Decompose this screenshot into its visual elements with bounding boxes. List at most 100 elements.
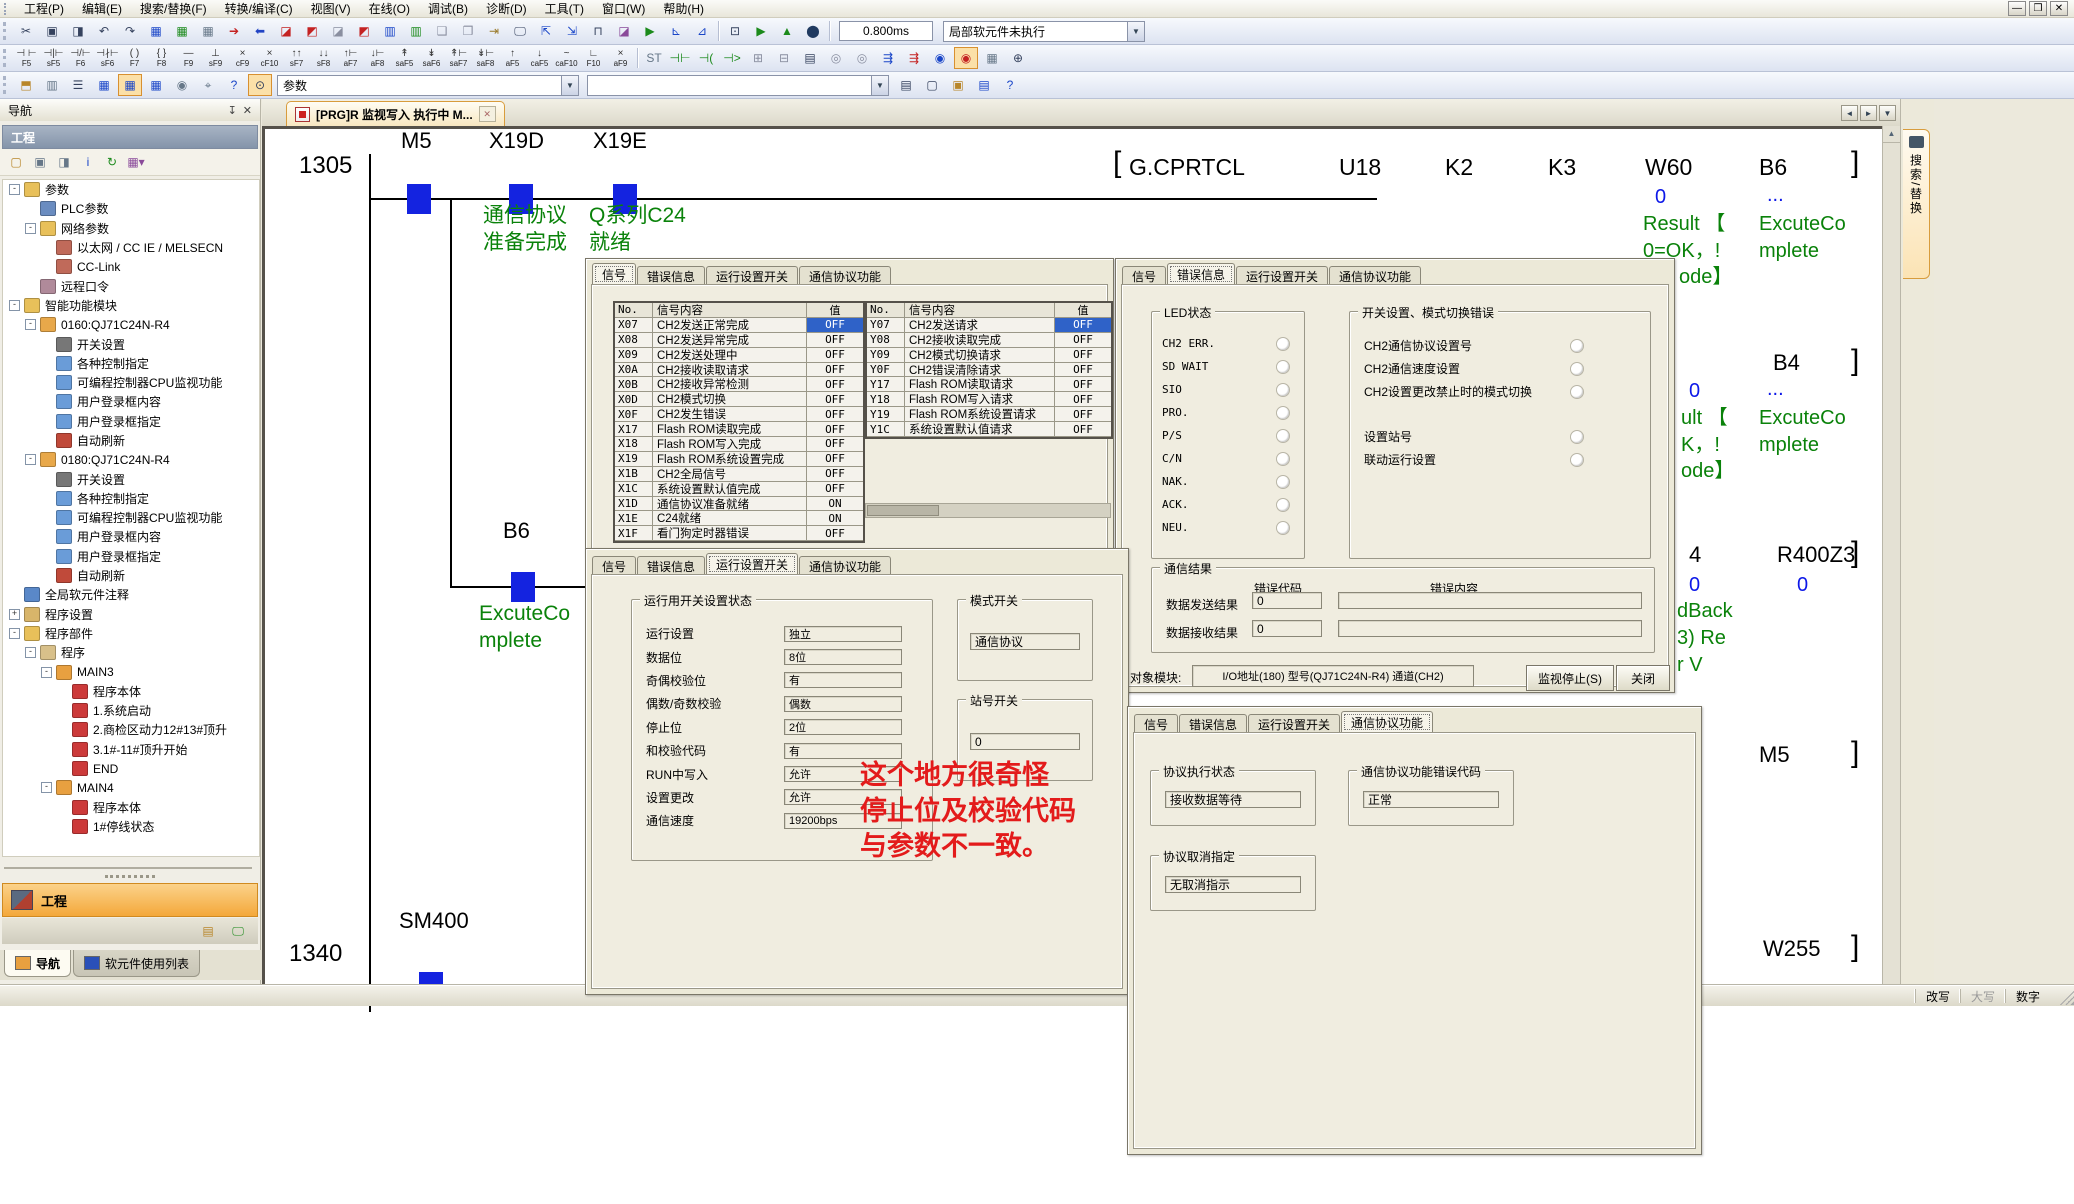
- toolbar-icon[interactable]: ⊕: [1006, 47, 1030, 69]
- tree-item[interactable]: - 程序部件: [3, 624, 259, 643]
- tree-item[interactable]: 开关设置: [3, 334, 259, 353]
- tree-item[interactable]: 各种控制指定: [3, 489, 259, 508]
- toolbar-icon[interactable]: ◉: [954, 47, 978, 69]
- tree-item[interactable]: 远程口令: [3, 276, 259, 295]
- toolbar-icon[interactable]: ◎: [824, 47, 848, 69]
- toolbar-icon[interactable]: ▤: [894, 74, 918, 96]
- tree-item[interactable]: 全局软元件注释: [3, 585, 259, 604]
- toolbar-icon[interactable]: ▥: [378, 20, 402, 42]
- monitor-toolbar-icon[interactable]: ⬤: [801, 20, 825, 42]
- menu-item[interactable]: 帮助(H): [654, 0, 713, 18]
- tree-expander[interactable]: -: [9, 628, 20, 639]
- tree-item[interactable]: 可编程控制器CPU监视功能: [3, 508, 259, 527]
- ladder-symbol-button[interactable]: ⊣ ⊢ F5: [13, 47, 40, 70]
- tree-item[interactable]: 1#停线状态: [3, 817, 259, 836]
- tree-item[interactable]: - 0160:QJ71C24N-R4: [3, 315, 259, 334]
- tree-item[interactable]: - 0180:QJ71C24N-R4: [3, 450, 259, 469]
- ladder-symbol-button[interactable]: × cF10: [256, 47, 283, 70]
- toolbar-icon[interactable]: ⊓: [586, 20, 610, 42]
- find-replace-autohide-tab[interactable]: 搜索/替换: [1903, 129, 1930, 279]
- toolbar-icon[interactable]: ▥: [404, 20, 428, 42]
- project-tool-icon[interactable]: i: [77, 151, 99, 173]
- toolbar-icon[interactable]: ▤: [972, 74, 996, 96]
- tree-expander[interactable]: -: [9, 300, 20, 311]
- ladder-symbol-button[interactable]: ⊣/⊢ F6: [67, 47, 94, 70]
- splitter-handle[interactable]: [105, 875, 155, 882]
- scroll-up-icon[interactable]: ▲: [1883, 126, 1900, 143]
- dialog-tab[interactable]: 通信协议功能: [799, 556, 891, 575]
- tree-expander[interactable]: -: [25, 647, 36, 658]
- toolbar-icon[interactable]: ⊾: [664, 20, 688, 42]
- project-view-button[interactable]: 工程: [2, 883, 258, 917]
- toolbar-icon[interactable]: ◪: [274, 20, 298, 42]
- toolbar-icon[interactable]: ⊣⊢: [668, 47, 692, 69]
- table-row[interactable]: X0B CH2接收异常检测 OFF: [615, 377, 863, 392]
- tree-item[interactable]: 用户登录框指定: [3, 547, 259, 566]
- table-row[interactable]: X17 Flash ROM读取完成 OFF: [615, 422, 863, 437]
- tree-item[interactable]: 各种控制指定: [3, 354, 259, 373]
- table-row[interactable]: Y07 CH2发送请求 OFF: [867, 318, 1111, 333]
- tree-item[interactable]: 开关设置: [3, 469, 259, 488]
- tree-expander[interactable]: +: [9, 609, 20, 620]
- close-icon[interactable]: ✕: [243, 104, 252, 117]
- toolbar-icon[interactable]: ⇶: [902, 47, 926, 69]
- tree-item[interactable]: CC-Link: [3, 257, 259, 276]
- toolbar-icon[interactable]: ⌖: [196, 74, 220, 96]
- dialog-tab[interactable]: 信号: [1134, 714, 1178, 733]
- monitor-stop-button[interactable]: 监视停止(S): [1526, 665, 1614, 691]
- toolbar-icon[interactable]: ⊟: [772, 47, 796, 69]
- toolbar-icon[interactable]: ↷: [118, 20, 142, 42]
- toolbar-icon[interactable]: ⊣>: [720, 47, 744, 69]
- dialog-tab[interactable]: 运行设置开关: [706, 266, 798, 285]
- ladder-contact-on[interactable]: [511, 572, 535, 602]
- ladder-symbol-button[interactable]: ↡⊢ saF8: [472, 47, 499, 70]
- table-row[interactable]: Y17 Flash ROM读取请求 OFF: [867, 377, 1111, 392]
- dialog-tab[interactable]: 错误信息: [1179, 714, 1247, 733]
- ladder-symbol-button[interactable]: ↟⊢ saF7: [445, 47, 472, 70]
- ladder-symbol-button[interactable]: ↓ caF5: [526, 47, 553, 70]
- table-row[interactable]: X0F CH2发生错误 OFF: [615, 407, 863, 422]
- tree-item[interactable]: PLC参数: [3, 199, 259, 218]
- table-row[interactable]: X08 CH2发送异常完成 OFF: [615, 333, 863, 348]
- toolbar-icon[interactable]: ⊣(: [694, 47, 718, 69]
- tree-item[interactable]: - 参数: [3, 180, 259, 199]
- toolbar-icon[interactable]: ?: [998, 74, 1022, 96]
- toolbar-icon[interactable]: ▦: [144, 74, 168, 96]
- toolbar-icon[interactable]: ⬅: [248, 20, 272, 42]
- menu-item[interactable]: 工具(T): [536, 0, 593, 18]
- window-control-button[interactable]: ❒: [2029, 1, 2047, 16]
- tree-expander[interactable]: -: [25, 223, 36, 234]
- tree-item[interactable]: 可编程控制器CPU监视功能: [3, 373, 259, 392]
- project-tool-icon[interactable]: ↻: [101, 151, 123, 173]
- table-row[interactable]: Y09 CH2模式切换请求 OFF: [867, 348, 1111, 363]
- toolbar-icon[interactable]: ◎: [850, 47, 874, 69]
- sidebar-tab[interactable]: 软元件使用列表: [73, 950, 200, 977]
- ladder-symbol-button[interactable]: × aF9: [607, 47, 634, 70]
- ladder-symbol-button[interactable]: ⊣|⊢ sF5: [40, 47, 67, 70]
- tree-expander[interactable]: -: [9, 184, 20, 195]
- tab-scroll-button[interactable]: ▼: [1879, 105, 1896, 121]
- toolbar-icon[interactable]: ➔: [222, 20, 246, 42]
- dialog-tab[interactable]: 信号: [592, 556, 636, 575]
- toolbar-icon[interactable]: ▥: [40, 74, 64, 96]
- toolbar-icon[interactable]: ▦: [92, 74, 116, 96]
- panel-utility-icon[interactable]: 🖵: [227, 920, 249, 942]
- tree-item[interactable]: 程序本体: [3, 682, 259, 701]
- tree-expander[interactable]: -: [41, 782, 52, 793]
- ladder-symbol-button[interactable]: ↓⊢ aF8: [364, 47, 391, 70]
- toolbar-icon[interactable]: ▣: [946, 74, 970, 96]
- resize-grip[interactable]: [2056, 987, 2074, 1005]
- dialog-tab[interactable]: 运行设置开关: [706, 553, 798, 575]
- ladder-symbol-button[interactable]: ⊥ sF9: [202, 47, 229, 70]
- ladder-symbol-button[interactable]: ( ) F7: [121, 47, 148, 70]
- ladder-symbol-button[interactable]: ⊣∤⊢ sF6: [94, 47, 121, 70]
- ladder-symbol-button[interactable]: × cF9: [229, 47, 256, 70]
- tree-item[interactable]: 用户登录框内容: [3, 527, 259, 546]
- tree-item[interactable]: 用户登录框指定: [3, 412, 259, 431]
- toolbar-icon[interactable]: ◪: [326, 20, 350, 42]
- table-row[interactable]: Y1C 系统设置默认值请求 OFF: [867, 422, 1111, 437]
- dialog-tab[interactable]: 运行设置开关: [1248, 714, 1340, 733]
- chevron-down-icon[interactable]: ▼: [1127, 22, 1144, 41]
- tree-item[interactable]: - 程序: [3, 643, 259, 662]
- tab-scroll-button[interactable]: ►: [1860, 105, 1877, 121]
